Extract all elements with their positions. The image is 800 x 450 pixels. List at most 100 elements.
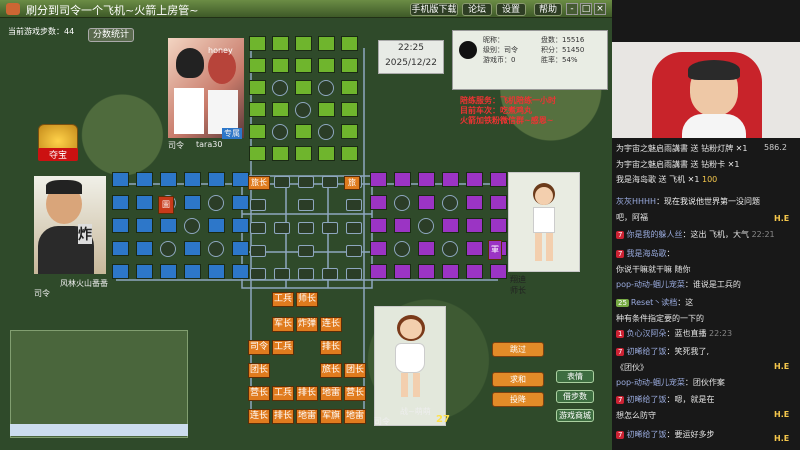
hidden-piece [341, 36, 358, 51]
board-station[interactable] [298, 268, 314, 280]
board-station[interactable] [346, 245, 362, 257]
hidden-piece [295, 58, 312, 73]
piece[interactable]: 排长 [272, 409, 294, 424]
right-camp-tag: 旅 [344, 176, 360, 190]
hidden-piece [418, 241, 435, 256]
fan-badge: 7 [616, 348, 625, 356]
board-station[interactable] [346, 268, 362, 280]
piece[interactable]: 司令 [248, 340, 270, 355]
board-station[interactable] [250, 222, 266, 234]
piece[interactable]: 团长 [344, 363, 366, 378]
board-station[interactable] [298, 245, 314, 257]
board-station[interactable] [298, 199, 314, 211]
score-label: 积分： [541, 46, 562, 54]
board-station[interactable] [250, 199, 266, 211]
emote-button[interactable]: 表情 [556, 370, 594, 383]
piece[interactable]: 连长 [248, 409, 270, 424]
right-vertical-tag: 軍 [488, 240, 502, 260]
piece[interactable]: 排长 [320, 340, 342, 355]
board-station[interactable] [346, 222, 362, 234]
piece[interactable]: 团长 [248, 363, 270, 378]
hidden-piece [466, 241, 483, 256]
chat-text: 送 飞机 [658, 175, 686, 184]
piece[interactable]: 工兵 [272, 386, 294, 401]
viewer-count: 586.2 [764, 143, 787, 152]
settings-button[interactable]: 设置 [496, 3, 526, 16]
fan-badge: 7 [616, 250, 625, 258]
chat-message: pop-动动-蝈儿宠菜：谁说是工兵的 [616, 279, 796, 290]
board-station[interactable] [250, 245, 266, 257]
hidden-piece [442, 218, 459, 233]
hidden-piece [249, 58, 266, 73]
hidden-piece [184, 241, 201, 256]
hidden-piece [272, 146, 289, 161]
piece[interactable]: 军长 [272, 317, 294, 332]
board-station[interactable] [274, 268, 290, 280]
forum-button[interactable]: 论坛 [462, 3, 492, 16]
steps-counter: 当前游戏步数：44 [8, 27, 75, 36]
close-button[interactable]: × [594, 3, 606, 15]
piece[interactable]: 连长 [320, 317, 342, 332]
board-station[interactable] [298, 176, 314, 188]
piece[interactable]: 营长 [344, 386, 366, 401]
hidden-piece [466, 172, 483, 187]
piece[interactable]: 地雷 [344, 409, 366, 424]
piece[interactable]: 军旗 [320, 409, 342, 424]
camp [208, 241, 224, 257]
piece[interactable]: 炸弹 [296, 317, 318, 332]
piece[interactable]: 排长 [296, 386, 318, 401]
minimize-button[interactable]: - [566, 3, 578, 15]
piece[interactable]: 地雷 [320, 386, 342, 401]
streamer-hair [688, 60, 740, 80]
game-window: 刷分到司令一个飞机~火箭上房管~ 手机版下载 论坛 设置 帮助 - □ × 当前… [0, 0, 612, 450]
chat-user: 灰灰HHHH [616, 197, 657, 206]
hidden-piece [490, 264, 507, 279]
board-station[interactable] [346, 199, 362, 211]
hidden-piece [272, 58, 289, 73]
chat-text: ：这出 飞机，大气 [682, 230, 750, 239]
hidden-piece [249, 124, 266, 139]
hidden-piece [341, 124, 358, 139]
shop-button[interactable]: 游戏商城 [556, 409, 594, 422]
chat-user: 初晞给了饭 [626, 347, 667, 356]
hidden-piece [160, 264, 177, 279]
currency-value: 0 [511, 56, 516, 64]
board-station[interactable] [250, 268, 266, 280]
chat-message: pop-动动-蝈儿宠菜：团伙作案 [616, 377, 796, 388]
board-station[interactable] [322, 176, 338, 188]
draw-button[interactable]: 求和 [492, 372, 544, 387]
borrow-steps-button[interactable]: 借步数 [556, 390, 594, 403]
board-station[interactable] [322, 268, 338, 280]
piece[interactable]: 地雷 [296, 409, 318, 424]
window-title: 刷分到司令一个飞机~火箭上房管~ [26, 4, 199, 17]
camp [394, 195, 410, 211]
hidden-piece [370, 218, 387, 233]
left-player-avatar: 炸 [34, 176, 106, 274]
hidden-piece [232, 218, 249, 233]
piece[interactable]: 营长 [248, 386, 270, 401]
hidden-piece [341, 80, 358, 95]
piece[interactable]: 师长 [296, 292, 318, 307]
piece[interactable]: 旅长 [320, 363, 342, 378]
help-button[interactable]: 帮助 [534, 3, 562, 16]
board-station[interactable] [274, 176, 290, 188]
board-station[interactable] [322, 222, 338, 234]
winrate-value: 54% [562, 56, 578, 64]
skip-button[interactable]: 跳过 [492, 342, 544, 357]
hidden-piece [295, 146, 312, 161]
surrender-button[interactable]: 投降 [492, 392, 544, 407]
mobile-download-button[interactable]: 手机版下载 [410, 3, 458, 16]
chat-message: 7 初晞给了饭：笑死我了, [616, 346, 796, 357]
maximize-button[interactable]: □ [580, 3, 592, 15]
right-player-panel [508, 172, 580, 272]
chat-time: 22:21 [751, 230, 775, 239]
chat-input[interactable] [10, 424, 188, 436]
board-station[interactable] [274, 222, 290, 234]
board-station[interactable] [298, 222, 314, 234]
piece[interactable]: 工兵 [272, 292, 294, 307]
piece[interactable]: 工兵 [272, 340, 294, 355]
chat-message-continued: 种有条件指定要的一下的 [616, 314, 704, 323]
chat-message: 7 初晞给了饭：嗯，就是在 [616, 394, 796, 405]
streamer-camera [612, 42, 800, 138]
hidden-piece [112, 241, 129, 256]
